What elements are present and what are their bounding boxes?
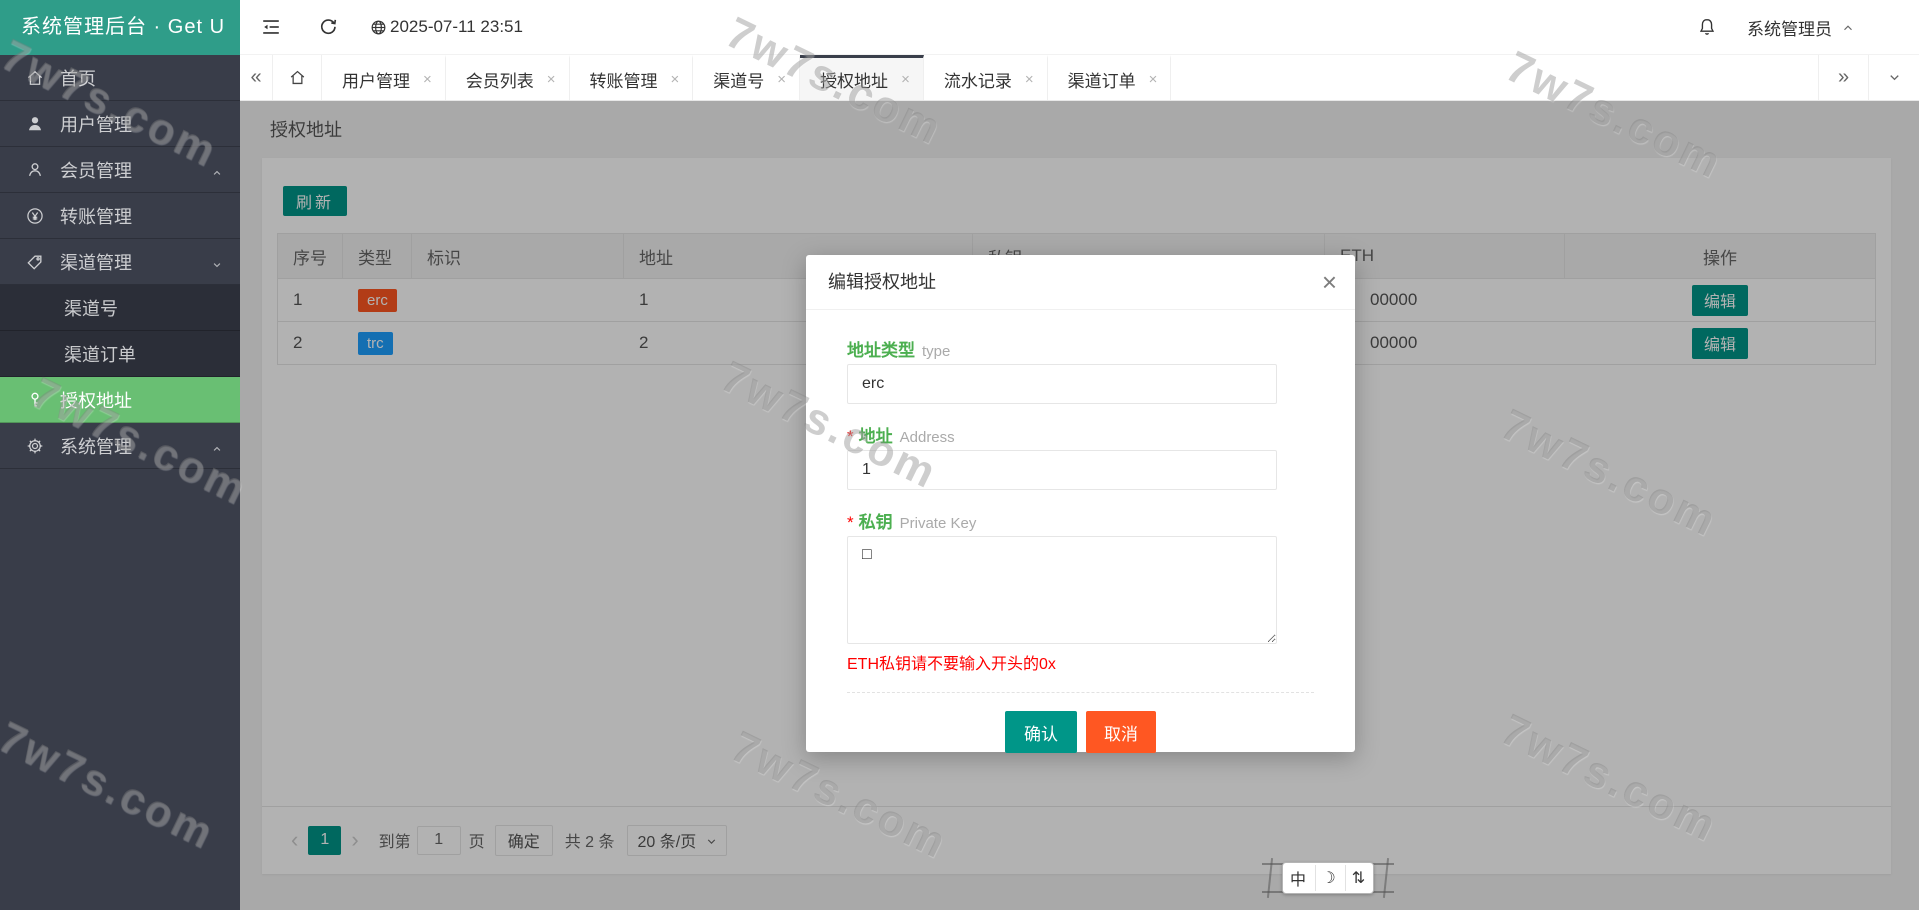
field-sublabel: type [922, 343, 950, 360]
close-icon[interactable]: × [901, 72, 910, 87]
key-icon [24, 389, 46, 411]
username: 系统管理员 [1747, 15, 1832, 40]
tabs-menu-icon[interactable] [1868, 55, 1919, 100]
server-datetime: 2025-07-11 23:51 [369, 17, 523, 37]
close-icon[interactable]: × [1149, 72, 1158, 87]
private-key-hint: ETH私钥请不要输入开头的0x [847, 650, 1314, 674]
bell-icon[interactable] [1695, 15, 1719, 39]
modal-body: 地址类型 type * 地址 Address * 私钥 Private Key [806, 310, 1355, 765]
refresh-icon[interactable] [316, 15, 340, 39]
sidebar-item-auth-address[interactable]: 授权地址 [0, 377, 240, 423]
field-label: 私钥 [859, 508, 893, 533]
sidebar-item-home[interactable]: 首页 [0, 55, 240, 101]
tabs-scroll-right-icon[interactable]: » [1818, 55, 1868, 100]
app-logo: 系统管理后台 · Get U [0, 0, 240, 55]
cancel-button[interactable]: 取消 [1086, 711, 1156, 753]
address-input[interactable] [847, 450, 1277, 490]
close-icon[interactable]: × [1322, 255, 1337, 310]
tab-user-management[interactable]: 用户管理× [322, 55, 446, 100]
yen-circle-icon [24, 205, 46, 227]
gear-icon [24, 435, 46, 457]
tabbar: « 用户管理× 会员列表× 转账管理× 渠道号× 授权地址× 流水记录× 渠道订… [240, 55, 1919, 101]
home-icon [24, 67, 46, 89]
field-sublabel: Address [900, 429, 955, 446]
tab-auth-address[interactable]: 授权地址× [800, 55, 924, 100]
tab-transfer-management[interactable]: 转账管理× [570, 55, 694, 100]
chevron-up-icon [210, 164, 224, 178]
tag-icon [24, 251, 46, 273]
tabbar-spacer [1171, 55, 1818, 100]
datetime-text: 2025-07-11 23:51 [390, 17, 523, 37]
sidebar: 系统管理后台 · Get U 首页 用户管理 会员管理 转账管理 渠道管理 渠道… [0, 0, 240, 910]
modal-header: 编辑授权地址 × [806, 255, 1355, 310]
close-icon[interactable]: × [777, 72, 786, 87]
ime-language-toggle[interactable]: 中 [1285, 865, 1311, 891]
member-icon [24, 159, 46, 181]
tabs-scroll-left-icon[interactable]: « [240, 55, 273, 100]
modal-title: 编辑授权地址 [828, 272, 936, 292]
sidebar-item-label: 首页 [60, 65, 96, 91]
sidebar-item-transfers[interactable]: 转账管理 [0, 193, 240, 239]
tab-channel-number[interactable]: 渠道号× [693, 55, 800, 100]
field-private-key: * 私钥 Private Key □ ETH私钥请不要输入开头的0x [847, 508, 1314, 674]
confirm-button[interactable]: 确认 [1005, 711, 1077, 753]
user-icon [24, 113, 46, 135]
sidebar-item-system[interactable]: 系统管理 [0, 423, 240, 469]
field-address: * 地址 Address [847, 422, 1314, 490]
sidebar-item-label: 渠道管理 [60, 249, 132, 275]
close-icon[interactable]: × [1025, 72, 1034, 87]
admin-app: 系统管理后台 · Get U 首页 用户管理 会员管理 转账管理 渠道管理 渠道… [0, 0, 1919, 910]
edit-auth-address-modal: 编辑授权地址 × 地址类型 type * 地址 Address [806, 255, 1355, 752]
sidebar-item-label: 渠道号 [64, 295, 118, 321]
ime-panel: 中 ☽ ⇅ [1282, 862, 1374, 894]
ime-width-toggle-icon[interactable]: ⇅ [1345, 865, 1371, 891]
required-mark: * [847, 513, 854, 533]
field-address-type: 地址类型 type [847, 336, 1314, 404]
sidebar-item-channel-number[interactable]: 渠道号 [0, 285, 240, 331]
sidebar-item-members[interactable]: 会员管理 [0, 147, 240, 193]
sidebar-item-label: 用户管理 [60, 111, 132, 137]
tab-home-icon[interactable] [273, 55, 322, 100]
sidebar-item-label: 会员管理 [60, 157, 132, 183]
tab-flow-records[interactable]: 流水记录× [924, 55, 1048, 100]
sidebar-item-channel-orders[interactable]: 渠道订单 [0, 331, 240, 377]
sidebar-item-users[interactable]: 用户管理 [0, 101, 240, 147]
field-label: 地址 [859, 422, 893, 447]
field-sublabel: Private Key [900, 515, 977, 532]
close-icon[interactable]: × [423, 72, 432, 87]
topbar: 2025-07-11 23:51 系统管理员 [240, 0, 1919, 55]
address-type-input[interactable] [847, 364, 1277, 404]
globe-icon [369, 18, 388, 37]
tab-channel-orders[interactable]: 渠道订单× [1048, 55, 1172, 100]
private-key-textarea[interactable]: □ [847, 536, 1277, 644]
sidebar-item-label: 授权地址 [60, 387, 132, 413]
sidebar-item-label: 系统管理 [60, 433, 132, 459]
required-mark: * [847, 427, 854, 447]
chevron-up-icon [210, 440, 224, 454]
field-label: 地址类型 [847, 336, 915, 361]
collapse-sidebar-icon[interactable] [259, 15, 283, 39]
modal-footer: 确认 取消 [847, 692, 1314, 765]
chevron-up-icon [1841, 20, 1855, 34]
close-icon[interactable]: × [547, 72, 556, 87]
close-icon[interactable]: × [671, 72, 680, 87]
ime-moon-icon[interactable]: ☽ [1315, 865, 1341, 891]
ime-toolbar: 中 ☽ ⇅ [1262, 856, 1394, 900]
tab-member-list[interactable]: 会员列表× [446, 55, 570, 100]
sidebar-item-channels[interactable]: 渠道管理 [0, 239, 240, 285]
sidebar-item-label: 转账管理 [60, 203, 132, 229]
chevron-down-icon [210, 256, 224, 270]
sidebar-item-label: 渠道订单 [64, 341, 136, 367]
user-menu[interactable]: 系统管理员 [1747, 15, 1855, 40]
